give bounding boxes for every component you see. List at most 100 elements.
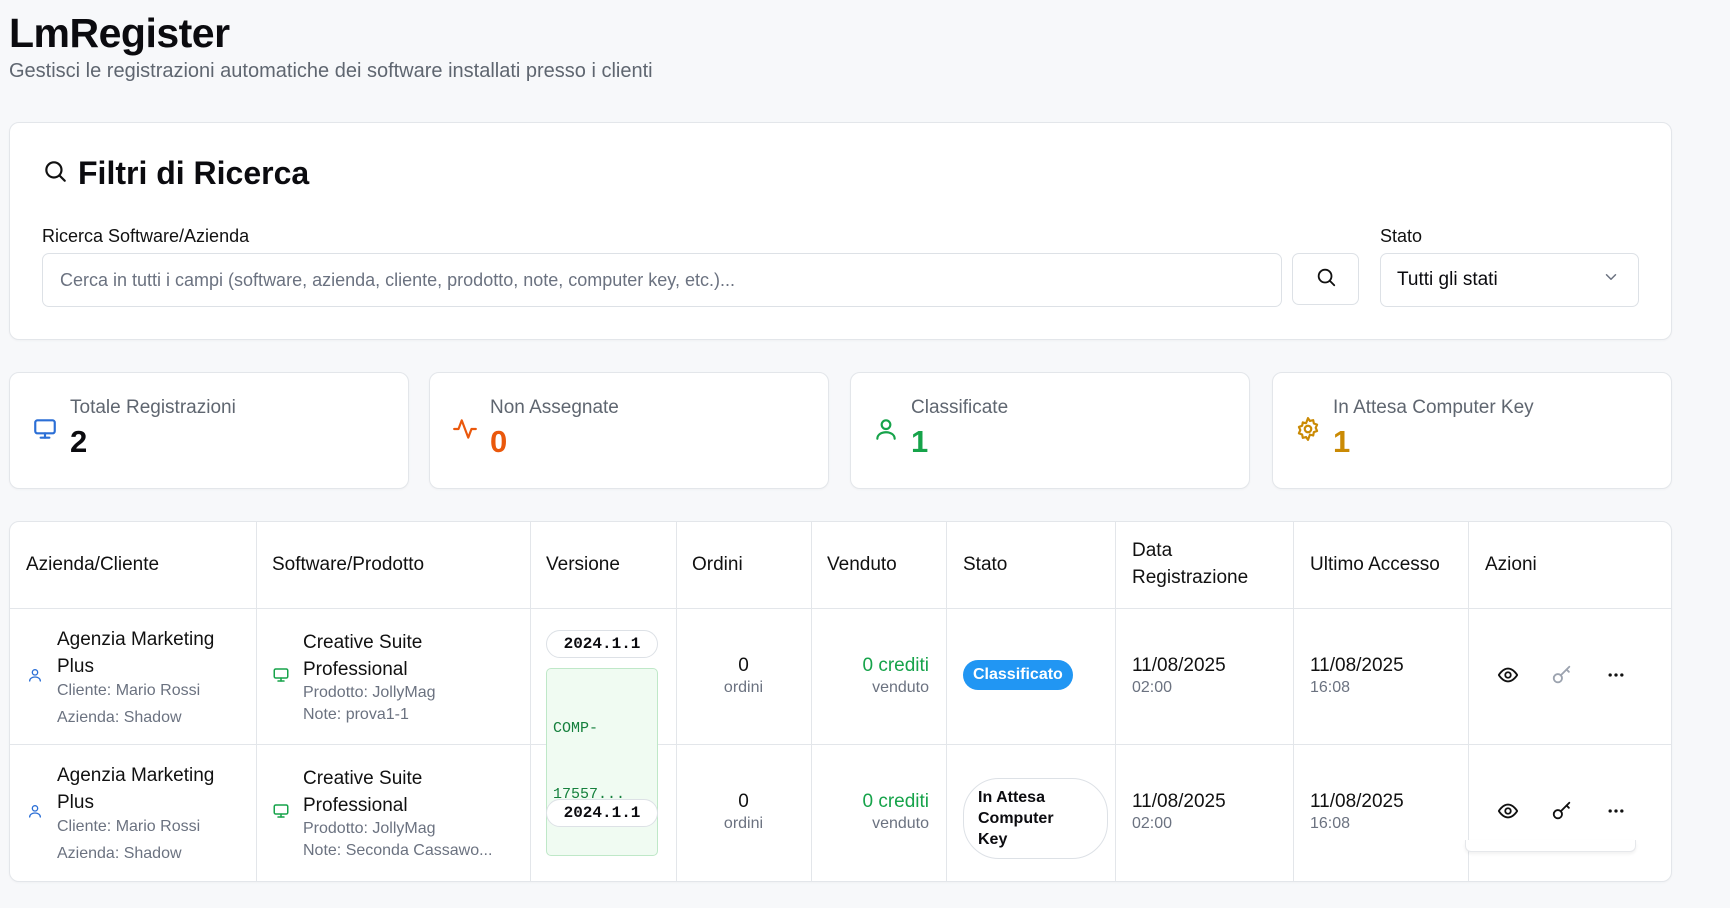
company-name: Agenzia Marketing Plus bbox=[57, 762, 214, 816]
software-name-line1: Creative Suite bbox=[303, 632, 423, 653]
orders-unit: ordini bbox=[723, 815, 764, 832]
filters-title: Filtri di Ricerca bbox=[78, 155, 310, 191]
stat-card-unassigned: Non Assegnate 0 bbox=[429, 372, 829, 489]
note: Note: Seconda Cassawo... bbox=[303, 842, 493, 859]
eye-icon bbox=[1497, 664, 1519, 691]
chevron-down-icon bbox=[1602, 268, 1620, 292]
orders-count: 0 bbox=[738, 655, 749, 676]
software-name-line1: Creative Suite bbox=[303, 768, 423, 789]
key-button[interactable] bbox=[1547, 662, 1577, 692]
header-last-access[interactable]: Ultimo Accesso bbox=[1310, 551, 1440, 578]
registration-date: 11/08/2025 bbox=[1132, 791, 1226, 812]
product-name: Prodotto: JollyMag bbox=[303, 820, 436, 837]
gear-icon bbox=[1295, 416, 1321, 447]
monitor-icon bbox=[272, 666, 290, 689]
key-icon bbox=[1551, 664, 1573, 691]
header-orders[interactable]: Ordini bbox=[692, 551, 743, 578]
key-button[interactable] bbox=[1547, 798, 1577, 828]
status-badge: In Attesa Computer Key bbox=[963, 778, 1108, 859]
sold-credits: 0 crediti bbox=[862, 791, 929, 812]
stat-value: 1 bbox=[911, 424, 929, 459]
client-name: Cliente: Mario Rossi bbox=[57, 818, 201, 835]
stat-card-classified: Classificate 1 bbox=[850, 372, 1250, 489]
product-name: Prodotto: JollyMag bbox=[303, 684, 436, 701]
more-icon bbox=[1606, 801, 1626, 826]
company-name-line2: Plus bbox=[57, 656, 94, 677]
app-subtitle: Gestisci le registrazioni automatiche de… bbox=[9, 60, 653, 82]
registration-date: 11/08/2025 bbox=[1132, 655, 1226, 676]
company-azienda: Azienda: Shadow bbox=[57, 709, 182, 726]
monitor-icon bbox=[272, 802, 290, 825]
software-name: Creative Suite Professional bbox=[303, 765, 422, 819]
search-icon bbox=[42, 158, 68, 189]
filters-header: Filtri di Ricerca bbox=[42, 155, 309, 192]
header-registration-date[interactable]: Data Registrazione bbox=[1132, 537, 1248, 591]
stat-value: 1 bbox=[1333, 424, 1351, 459]
user-icon bbox=[873, 416, 899, 447]
activity-icon bbox=[452, 416, 478, 447]
last-access-date: 11/08/2025 bbox=[1310, 655, 1404, 676]
header-actions: Azioni bbox=[1485, 554, 1537, 575]
status-badge-line3: Key bbox=[978, 831, 1008, 848]
header-status[interactable]: Stato bbox=[963, 551, 1007, 578]
registrations-table: Azienda/Cliente Software/Prodotto Versio… bbox=[9, 521, 1672, 882]
company-name-line1: Agenzia Marketing bbox=[57, 629, 215, 650]
view-button[interactable] bbox=[1493, 798, 1523, 828]
orders-unit: ordini bbox=[723, 679, 764, 696]
company-azienda: Azienda: Shadow bbox=[57, 845, 182, 862]
company-name-line2: Plus bbox=[57, 792, 94, 813]
header-company[interactable]: Azienda/Cliente bbox=[26, 551, 159, 578]
note: Note: prova1-1 bbox=[303, 706, 409, 723]
more-button[interactable] bbox=[1601, 662, 1631, 692]
header-sold[interactable]: Venduto bbox=[827, 551, 897, 578]
software-name-line2: Professional bbox=[303, 795, 408, 816]
company-name-line1: Agenzia Marketing bbox=[57, 765, 215, 786]
sold-unit: venduto bbox=[872, 679, 929, 696]
view-button[interactable] bbox=[1493, 662, 1523, 692]
stat-value: 2 bbox=[70, 424, 88, 459]
status-badge: Classificato bbox=[963, 660, 1073, 690]
sold-credits: 0 crediti bbox=[862, 655, 929, 676]
user-icon bbox=[27, 803, 43, 824]
user-icon bbox=[27, 667, 43, 688]
search-field-label: Ricerca Software/Azienda bbox=[42, 226, 250, 246]
search-icon bbox=[1315, 266, 1337, 293]
search-input[interactable] bbox=[42, 253, 1282, 307]
header-version[interactable]: Versione bbox=[546, 551, 620, 578]
version-badge: 2024.1.1 bbox=[546, 630, 658, 658]
actions-dropdown-menu bbox=[1465, 840, 1636, 852]
stat-card-waiting-key: In Attesa Computer Key 1 bbox=[1272, 372, 1672, 489]
stat-card-total: Totale Registrazioni 2 bbox=[9, 372, 409, 489]
stat-label: Totale Registrazioni bbox=[70, 397, 236, 418]
stat-label: Non Assegnate bbox=[490, 397, 619, 418]
last-access-date: 11/08/2025 bbox=[1310, 791, 1404, 812]
status-select[interactable]: Tutti gli stati bbox=[1380, 253, 1639, 307]
more-icon bbox=[1606, 665, 1626, 690]
software-name-line2: Professional bbox=[303, 659, 408, 680]
computer-key: COMP- 17557... bbox=[546, 668, 658, 856]
header-registration-date-line1: Data bbox=[1132, 540, 1173, 561]
orders-count: 0 bbox=[738, 791, 749, 812]
key-icon bbox=[1551, 800, 1573, 827]
status-select-value: Tutti gli stati bbox=[1397, 269, 1498, 290]
computer-key-line1: COMP- bbox=[553, 720, 599, 737]
eye-icon bbox=[1497, 800, 1519, 827]
filters-card: Filtri di Ricerca Ricerca Software/Azien… bbox=[9, 122, 1672, 340]
registration-time: 02:00 bbox=[1132, 679, 1173, 696]
header-software[interactable]: Software/Prodotto bbox=[272, 551, 424, 578]
header-registration-date-line2: Registrazione bbox=[1132, 567, 1249, 588]
monitor-icon bbox=[32, 416, 58, 447]
stat-value: 0 bbox=[490, 424, 508, 459]
stat-label: In Attesa Computer Key bbox=[1333, 397, 1534, 418]
search-button[interactable] bbox=[1292, 253, 1359, 305]
more-button[interactable] bbox=[1601, 798, 1631, 828]
company-name: Agenzia Marketing Plus bbox=[57, 626, 214, 680]
status-badge-line2: Computer bbox=[978, 810, 1054, 827]
client-name: Cliente: Mario Rossi bbox=[57, 682, 201, 699]
app-title: LmRegister bbox=[9, 10, 230, 56]
status-field-label: Stato bbox=[1380, 226, 1423, 246]
status-badge-line1: In Attesa bbox=[978, 789, 1045, 806]
software-name: Creative Suite Professional bbox=[303, 629, 422, 683]
registration-time: 02:00 bbox=[1132, 815, 1173, 832]
last-access-time: 16:08 bbox=[1310, 815, 1351, 832]
